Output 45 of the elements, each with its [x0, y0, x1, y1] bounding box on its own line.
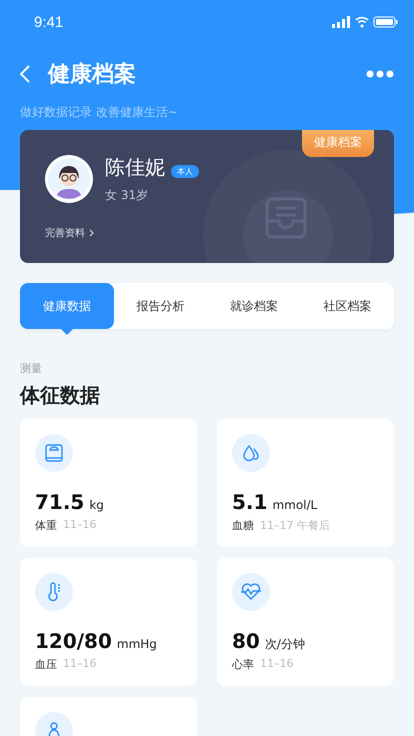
- metric-card[interactable]: 71.5 kg 体重 11–16: [20, 419, 197, 547]
- status-time: 9:41: [34, 14, 64, 30]
- metric-card[interactable]: 5.1 mmol/L 血糖 11–17 午餐后: [217, 419, 394, 547]
- metric-unit: mmol/L: [272, 498, 318, 512]
- metric-value: 80: [232, 629, 260, 653]
- ribbon-label: 健康档案: [302, 130, 374, 157]
- chevron-right-icon: [89, 229, 94, 237]
- metric-card[interactable]: 120/80 mmHg 血压 11–16: [20, 558, 197, 686]
- metric-value: 120/80: [35, 629, 112, 653]
- metric-date: 11–16: [63, 657, 96, 672]
- section-title: 体征数据: [20, 382, 101, 409]
- metric-date: 11–17 午餐后: [260, 518, 330, 533]
- metric-label: 心率: [232, 657, 254, 672]
- back-icon[interactable]: [20, 65, 30, 83]
- complete-profile-link[interactable]: 完善资料: [45, 226, 94, 240]
- avatar-icon: [45, 155, 93, 203]
- metric-date: 11–16: [260, 657, 294, 672]
- page-subtitle: 做好数据记录 改善健康生活~: [19, 104, 179, 121]
- metric-card[interactable]: 80 次/分钟 心率 11–16: [217, 558, 394, 686]
- user-info: 女 31岁: [105, 187, 150, 204]
- metric-unit: 次/分钟: [264, 636, 305, 653]
- more-icon[interactable]: [366, 70, 394, 78]
- metric-value: 71.5: [35, 490, 84, 514]
- tab[interactable]: 社区档案: [300, 283, 394, 329]
- metric-value: 5.1: [232, 490, 268, 514]
- self-badge: 本人: [171, 165, 199, 178]
- section-caption: 测量: [20, 361, 43, 376]
- drops-icon: [241, 443, 261, 463]
- scale-icon: [44, 443, 64, 463]
- tab[interactable]: 就诊档案: [207, 283, 300, 329]
- signal-icon: [332, 16, 350, 28]
- tab[interactable]: 报告分析: [114, 283, 207, 329]
- metric-label: 血压: [35, 657, 57, 672]
- metric-date: 11–16: [63, 518, 96, 533]
- metric-label: 体重: [35, 518, 57, 533]
- tab-pointer-icon: [60, 329, 73, 335]
- metric-unit: kg: [89, 498, 104, 512]
- metric-label: 血糖: [232, 518, 254, 533]
- metric-unit: mmHg: [116, 637, 157, 651]
- battery-icon: [374, 16, 398, 28]
- page-title: 健康档案: [48, 60, 137, 89]
- user-name: 陈佳妮: [105, 155, 165, 179]
- heartbeat-icon: [240, 582, 262, 602]
- archive-icon: [264, 196, 308, 240]
- wifi-icon: [355, 16, 369, 28]
